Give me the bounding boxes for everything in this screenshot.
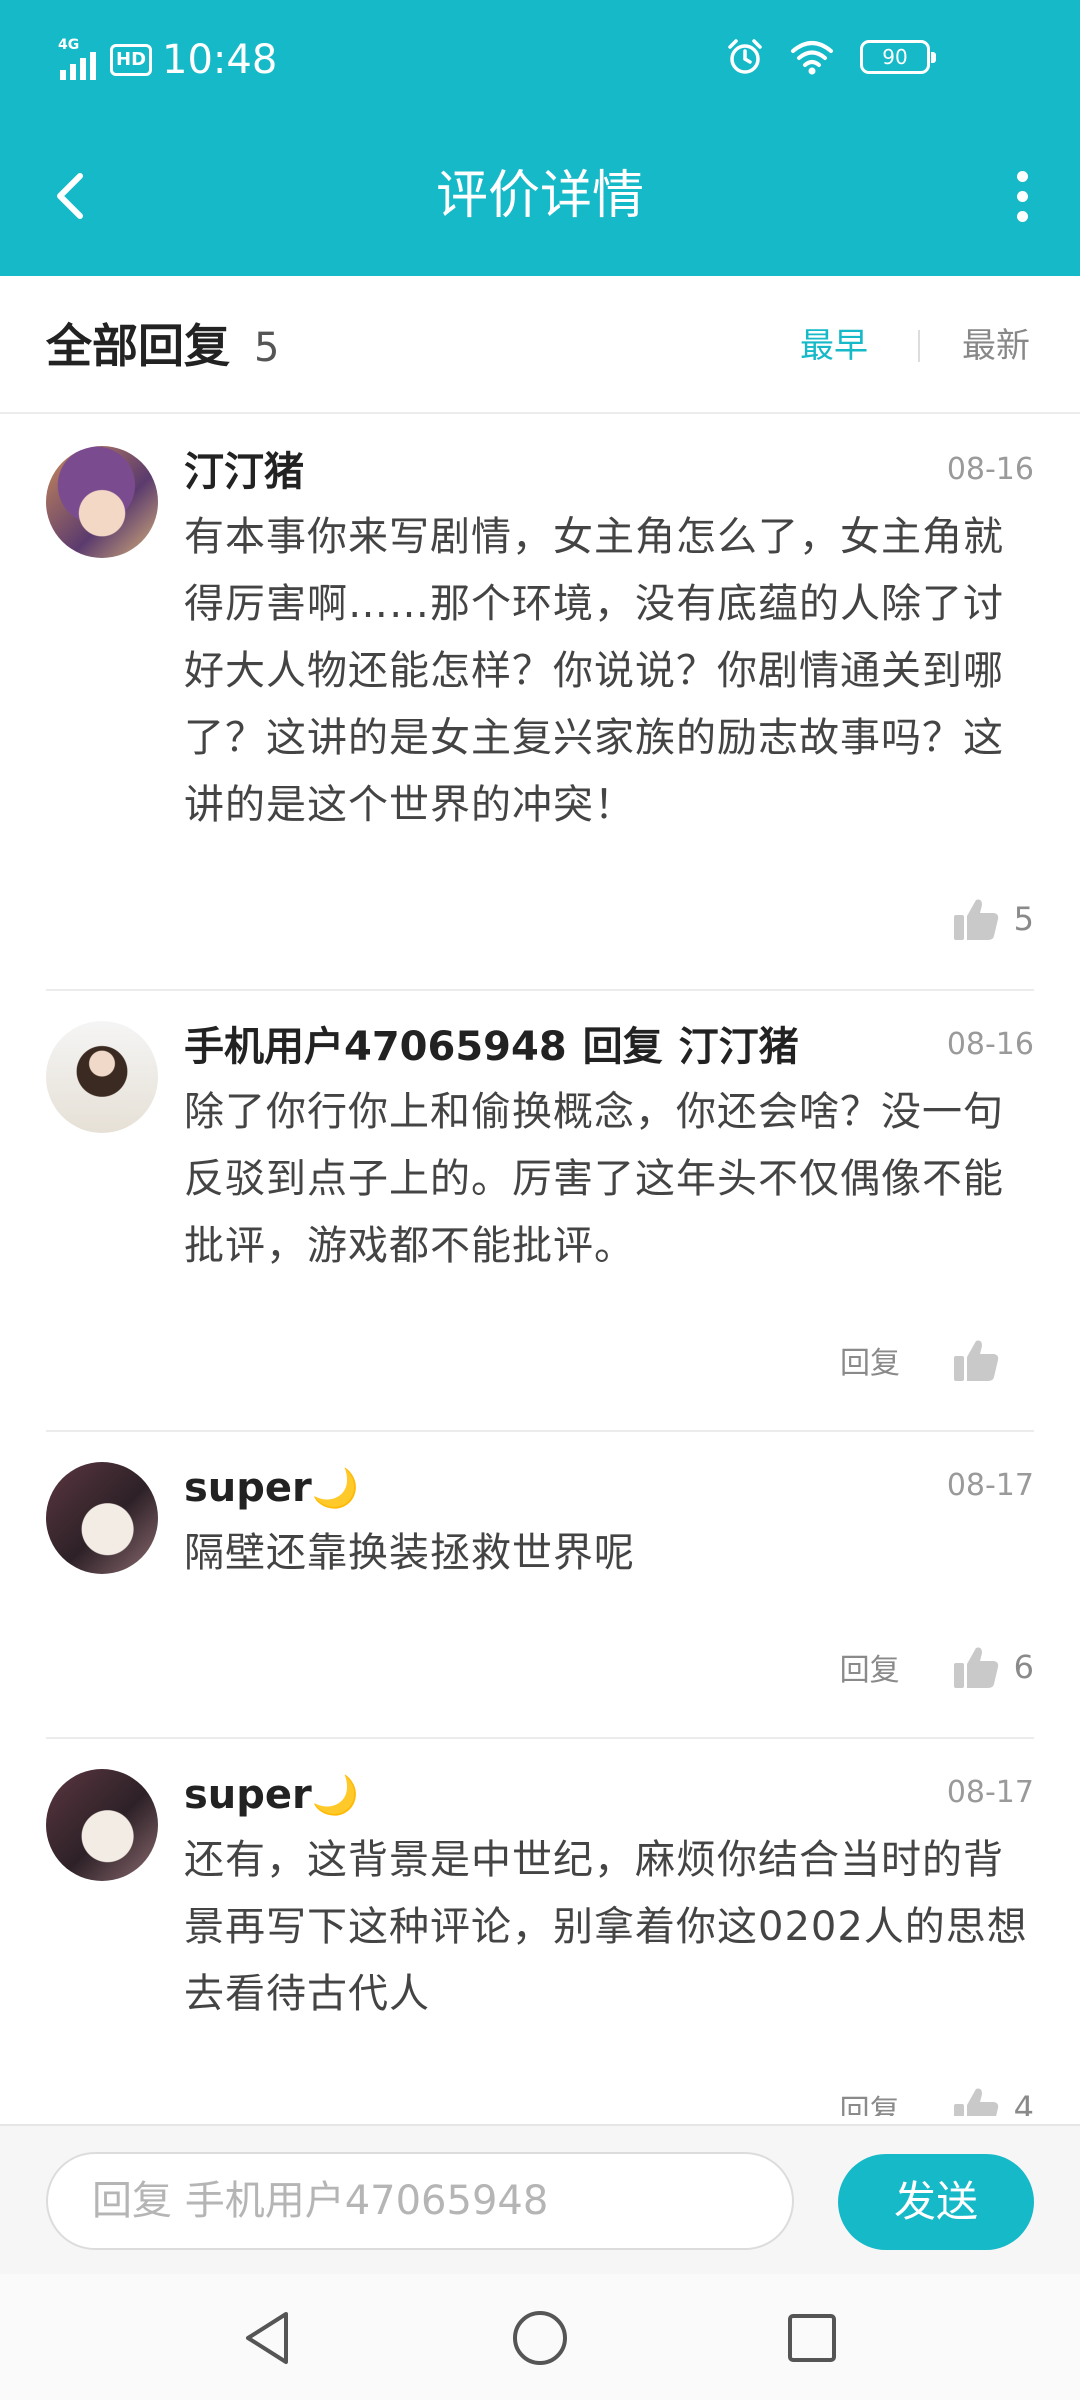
network-type: 4G [58, 37, 80, 53]
like-count: 6 [1013, 1648, 1034, 1686]
reply-connector: 回复 [582, 1024, 663, 1070]
avatar[interactable] [46, 446, 158, 558]
send-button[interactable]: 发送 [838, 2154, 1034, 2250]
comment-date: 08-17 [946, 1775, 1034, 1810]
comment-date: 08-16 [946, 1027, 1034, 1062]
comment-text[interactable]: 除了你行你上和偷换概念，你还会啥？没一句反驳到点子上的。厉害了这年头不仅偶像不能… [184, 1079, 1034, 1280]
comment-item: 汀汀猪 08-16 有本事你来写剧情，女主角怎么了，女主角就得厉害啊……那个环境… [46, 416, 1034, 991]
comment-list: 汀汀猪 08-16 有本事你来写剧情，女主角怎么了，女主角就得厉害啊……那个环境… [0, 416, 1080, 2116]
commenter-name[interactable]: super🌙 [184, 1772, 359, 1818]
sort-latest-tab[interactable]: 最新 [962, 324, 1030, 368]
commenter-name: 手机用户47065948 回复 汀汀猪 [184, 1024, 799, 1070]
comment-item: super🌙 08-17 还有，这背景是中世纪，麻烦你结合当时的背景再写下这种评… [46, 1739, 1034, 2116]
reply-bar: 发送 [0, 2124, 1080, 2274]
signal-icon: 4G [58, 37, 100, 80]
page-title: 评价详情 [435, 166, 644, 226]
status-bar: 4G HD 10:48 90 [0, 0, 1080, 120]
status-left: 4G HD 10:48 [58, 36, 277, 84]
dot-icon [1016, 190, 1028, 202]
comment-text[interactable]: 隔壁还靠换装拯救世界呢 [184, 1520, 1034, 1587]
app-bar: 评价详情 [0, 120, 1080, 276]
reply-input[interactable] [46, 2152, 794, 2250]
thumbs-up-icon[interactable] [952, 1337, 1000, 1383]
comment-item: 手机用户47065948 回复 汀汀猪 08-16 除了你行你上和偷换概念，你还会啥… [46, 991, 1034, 1432]
nav-recents-icon[interactable] [780, 2306, 844, 2370]
status-right: 90 [726, 38, 936, 76]
like-count: 5 [1013, 900, 1034, 938]
wifi-icon [791, 41, 833, 75]
comment-text[interactable]: 有本事你来写剧情，女主角怎么了，女主角就得厉害啊……那个环境，没有底蕴的人除了讨… [184, 504, 1034, 839]
thumbs-up-icon[interactable] [952, 1644, 1000, 1690]
sort-earliest-tab[interactable]: 最早 [800, 324, 868, 368]
reply-button[interactable]: 回复 [840, 1645, 900, 1689]
thumbs-up-icon[interactable] [952, 896, 1000, 942]
thumbs-up-icon[interactable] [952, 2085, 1000, 2116]
header: 4G HD 10:48 90 评价详情 [0, 0, 1080, 276]
commenter-name[interactable]: 汀汀猪 [184, 449, 304, 495]
battery-indicator: 90 [860, 40, 936, 74]
comment-item: super🌙 08-17 隔壁还靠换装拯救世界呢 回复 6 [46, 1432, 1034, 1739]
status-time: 10:48 [162, 37, 278, 83]
commenter-name[interactable]: super🌙 [184, 1465, 359, 1511]
avatar[interactable] [46, 1769, 158, 1881]
moon-emoji: 🌙 [311, 1773, 360, 1817]
more-options-button[interactable] [982, 156, 1062, 236]
system-nav-bar [0, 2274, 1080, 2400]
commenter-name-text[interactable]: 手机用户47065948 [184, 1024, 567, 1070]
reply-button[interactable]: 回复 [840, 2086, 900, 2116]
dot-icon [1016, 170, 1028, 182]
moon-emoji: 🌙 [311, 1466, 360, 1510]
comment-date: 08-16 [946, 452, 1034, 487]
reply-to-name[interactable]: 汀汀猪 [679, 1024, 799, 1070]
commenter-name-text: super [184, 1772, 312, 1818]
hd-badge: HD [110, 44, 153, 76]
sort-divider [918, 330, 920, 362]
comment-date: 08-17 [946, 1468, 1034, 1503]
commenter-name-text: super [184, 1465, 312, 1511]
sort-bar: 全部回复 5 最早 最新 [0, 276, 1080, 414]
alarm-icon [728, 39, 762, 74]
avatar[interactable] [46, 1021, 158, 1133]
comment-text[interactable]: 还有，这背景是中世纪，麻烦你结合当时的背景再写下这种评论，别拿着你这0202人的… [184, 1827, 1034, 2028]
nav-back-icon[interactable] [236, 2306, 300, 2370]
nav-home-icon[interactable] [508, 2306, 572, 2370]
reply-count: 5 [254, 325, 280, 371]
all-replies-title: 全部回复 [46, 319, 230, 373]
like-count: 4 [1013, 2089, 1034, 2116]
avatar[interactable] [46, 1462, 158, 1574]
dot-icon [1016, 210, 1028, 222]
reply-button[interactable]: 回复 [840, 1338, 900, 1382]
